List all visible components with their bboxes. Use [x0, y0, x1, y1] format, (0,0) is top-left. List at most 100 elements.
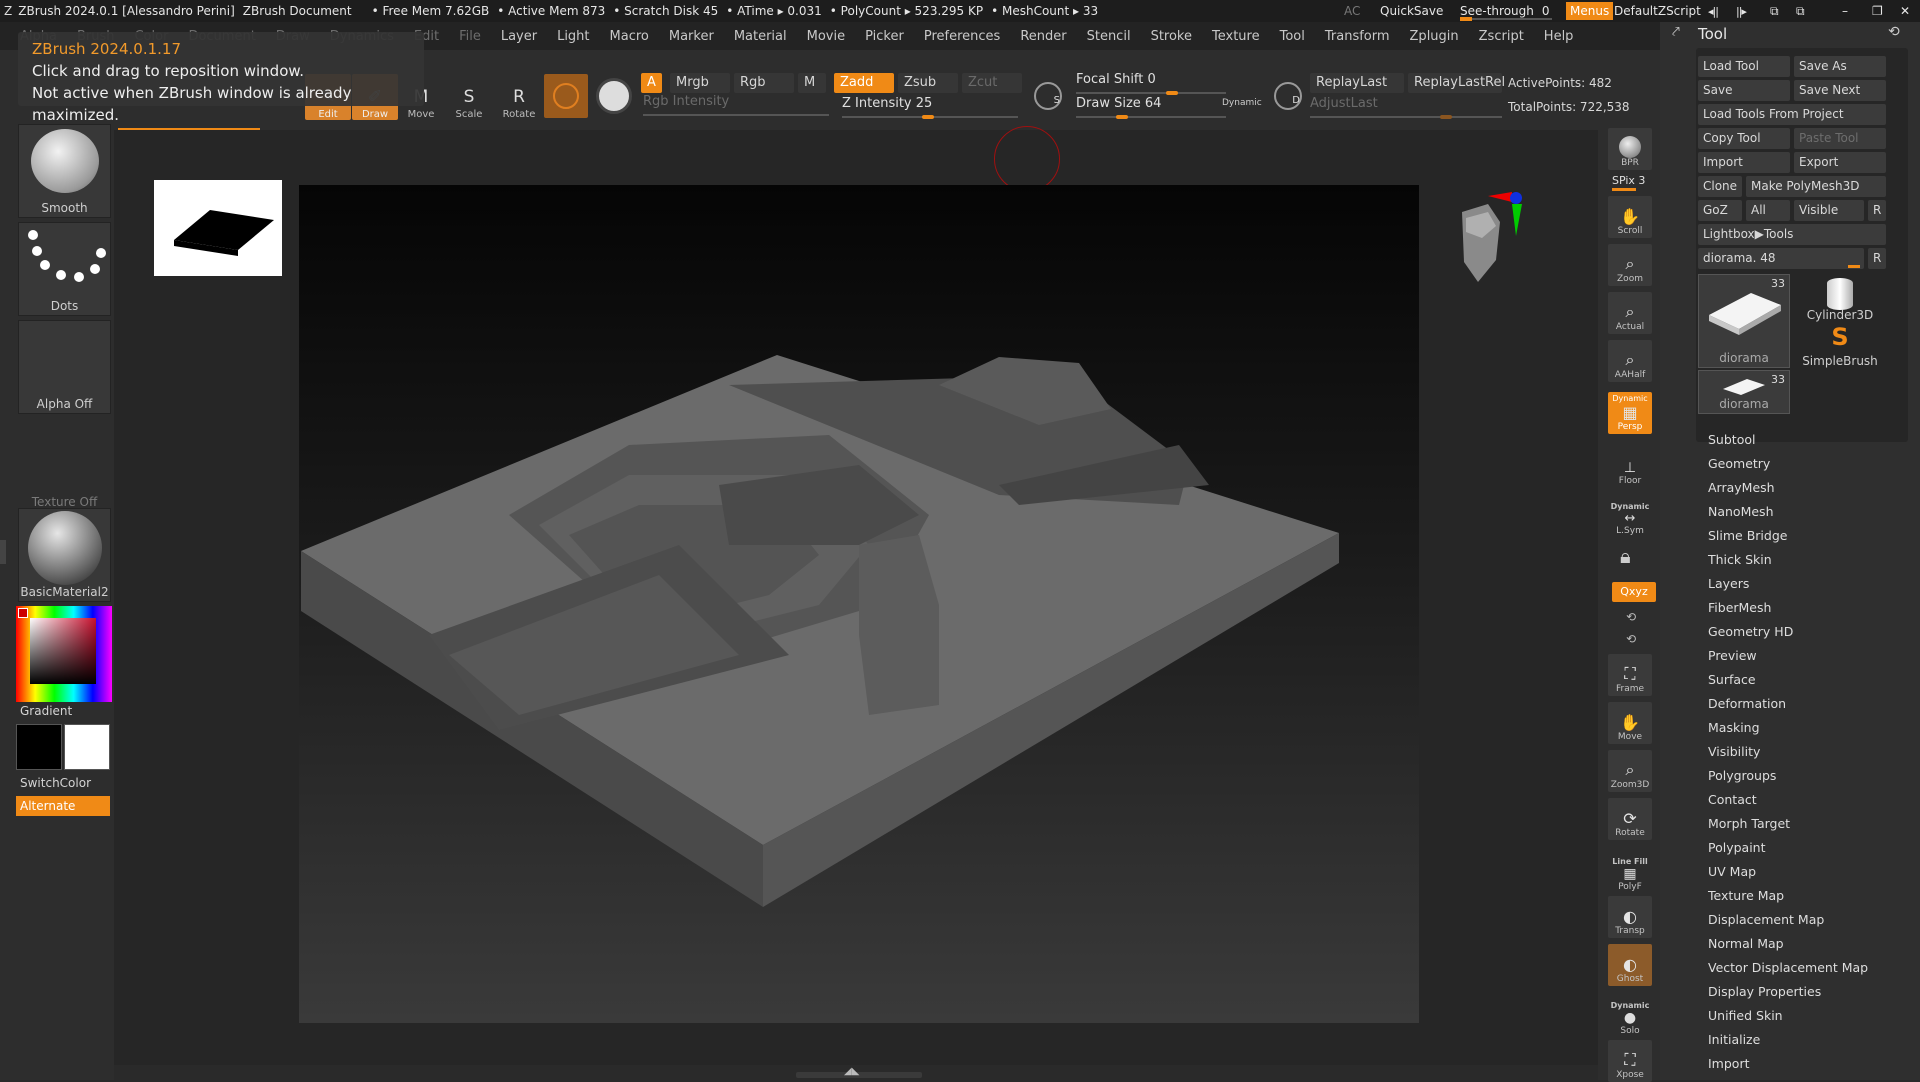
subpalette-normal-map[interactable]: Normal Map: [1708, 936, 1784, 951]
menu-zscript[interactable]: Zscript: [1479, 29, 1524, 44]
lightbox-tools-button[interactable]: Lightbox▶Tools: [1698, 224, 1886, 245]
adjust-last-slider[interactable]: AdjustLast: [1310, 96, 1502, 119]
subpalette-deformation[interactable]: Deformation: [1708, 696, 1786, 711]
floor-button[interactable]: ⊥ Floor: [1608, 446, 1652, 486]
m-button[interactable]: M: [798, 73, 826, 93]
save-next-button[interactable]: Save Next: [1794, 80, 1886, 101]
zoom-button[interactable]: ⌕ Zoom: [1608, 244, 1652, 286]
subpalette-polygroups[interactable]: Polygroups: [1708, 768, 1776, 783]
lsym-button[interactable]: Dynamic ↔ L.Sym: [1608, 488, 1652, 536]
restore-icon[interactable]: ❐: [1872, 0, 1883, 22]
scroll-button[interactable]: ✋ Scroll: [1608, 196, 1652, 238]
zsub-button[interactable]: Zsub: [898, 73, 958, 93]
replay-last-button[interactable]: ReplayLast: [1310, 73, 1404, 93]
alpha-off-button[interactable]: Alpha Off: [18, 320, 111, 414]
rgb-button[interactable]: Rgb: [734, 73, 794, 93]
transp-button[interactable]: ◐ Transp: [1608, 896, 1652, 938]
material-button[interactable]: BasicMaterial2: [18, 508, 111, 602]
menu-stroke[interactable]: Stroke: [1151, 29, 1192, 44]
navigator-thumbnail[interactable]: [154, 180, 282, 276]
subpalette-layers[interactable]: Layers: [1708, 576, 1749, 591]
minimize-icon[interactable]: –: [1842, 0, 1848, 22]
subpalette-fibermesh[interactable]: FiberMesh: [1708, 600, 1771, 615]
zoom3d-button[interactable]: ⌕ Zoom3D: [1608, 750, 1652, 792]
primary-color-swatch[interactable]: [16, 724, 62, 770]
xyz-button[interactable]: Qxyz: [1612, 582, 1656, 602]
save-button[interactable]: Save: [1698, 80, 1790, 101]
dynamic-label[interactable]: Dynamic: [1222, 98, 1262, 108]
subpalette-masking[interactable]: Masking: [1708, 720, 1760, 735]
menu-help[interactable]: Help: [1544, 29, 1574, 44]
layout-prev-icon[interactable]: ◂||: [1708, 0, 1719, 22]
zcut-button[interactable]: Zcut: [962, 73, 1022, 93]
menu-material[interactable]: Material: [734, 29, 787, 44]
tool-title[interactable]: Tool: [1698, 25, 1727, 43]
subpalette-texture-map[interactable]: Texture Map: [1708, 888, 1784, 903]
replay-last-rel-button[interactable]: ReplayLastRel: [1408, 73, 1505, 93]
goz-all-button[interactable]: All: [1746, 200, 1790, 221]
menu-render[interactable]: Render: [1020, 29, 1066, 44]
frame-button[interactable]: ⛶ Frame: [1608, 654, 1652, 696]
subpalette-uv-map[interactable]: UV Map: [1708, 864, 1756, 879]
secondary-color-swatch[interactable]: [64, 724, 110, 770]
menu-transform[interactable]: Transform: [1325, 29, 1390, 44]
polyf-button[interactable]: Line Fill ▦ PolyF: [1608, 846, 1652, 892]
viewport[interactable]: [299, 185, 1419, 1023]
orientation-gizmo[interactable]: [1452, 192, 1542, 288]
lazy-mouse-d-icon[interactable]: D: [1274, 82, 1302, 110]
clone-button[interactable]: Clone: [1698, 176, 1742, 197]
import-button[interactable]: Import: [1698, 152, 1790, 173]
solo-button[interactable]: Dynamic ● Solo: [1608, 992, 1652, 1036]
stroke-dots-button[interactable]: Dots: [18, 222, 111, 316]
color-saturation-square[interactable]: [30, 618, 96, 684]
tool-thumb-simplebrush[interactable]: S SimpleBrush: [1794, 324, 1886, 370]
close-icon[interactable]: ✕: [1900, 0, 1910, 22]
move3d-button[interactable]: ✋ Move: [1608, 702, 1652, 744]
load-tools-from-project-button[interactable]: Load Tools From Project: [1698, 104, 1886, 125]
material-sphere-button[interactable]: [544, 74, 588, 118]
tool-pin-icon[interactable]: ⤤: [1672, 24, 1680, 40]
switchcolor-button[interactable]: SwitchColor: [20, 776, 91, 790]
make-polymesh3d-button[interactable]: Make PolyMesh3D: [1746, 176, 1886, 197]
subpalette-arraymesh[interactable]: ArrayMesh: [1708, 480, 1775, 495]
color-picker[interactable]: [16, 606, 112, 702]
xpose-button[interactable]: ⛶ Xpose: [1608, 1040, 1652, 1082]
subpalette-nanomesh[interactable]: NanoMesh: [1708, 504, 1774, 519]
menu-marker[interactable]: Marker: [669, 29, 714, 44]
menu-macro[interactable]: Macro: [610, 29, 649, 44]
lock-icon[interactable]: 🔒︎: [1620, 544, 1631, 568]
tool-thumb-diorama-small[interactable]: 33 diorama: [1698, 370, 1790, 414]
focal-shift-slider[interactable]: Focal Shift 0: [1076, 72, 1226, 95]
tool-reset-icon[interactable]: ⟲: [1888, 24, 1900, 40]
subpalette-morph-target[interactable]: Morph Target: [1708, 816, 1790, 831]
actual-button[interactable]: ⌕ Actual: [1608, 292, 1652, 334]
rgb-intensity-slider[interactable]: Rgb Intensity: [643, 94, 829, 116]
menu-file[interactable]: File: [459, 29, 481, 44]
bpr-button[interactable]: BPR: [1608, 128, 1652, 170]
save-as-button[interactable]: Save As: [1794, 56, 1886, 77]
tool-slider-r-button[interactable]: R: [1868, 248, 1886, 269]
brush-smooth-button[interactable]: Smooth: [18, 124, 111, 218]
subpalette-visibility[interactable]: Visibility: [1708, 744, 1760, 759]
subpalette-import[interactable]: Import: [1708, 1056, 1750, 1071]
a-button[interactable]: A: [641, 73, 662, 93]
paste-tool-button[interactable]: Paste Tool: [1794, 128, 1886, 149]
spix-slider[interactable]: SPix 3: [1612, 174, 1645, 187]
goz-visible-button[interactable]: Visible: [1794, 200, 1864, 221]
layout-next-icon[interactable]: ||▸: [1736, 0, 1747, 22]
subpalette-preview[interactable]: Preview: [1708, 648, 1757, 663]
rotate-z-icon[interactable]: ⟲: [1626, 632, 1636, 646]
subpalette-displacement-map[interactable]: Displacement Map: [1708, 912, 1824, 927]
menu-movie[interactable]: Movie: [807, 29, 845, 44]
tool-slider[interactable]: diorama. 48: [1698, 248, 1864, 269]
menu-zplugin[interactable]: Zplugin: [1410, 29, 1459, 44]
subpalette-unified-skin[interactable]: Unified Skin: [1708, 1008, 1783, 1023]
subpalette-initialize[interactable]: Initialize: [1708, 1032, 1760, 1047]
goz-button[interactable]: GoZ: [1698, 200, 1742, 221]
menu-picker[interactable]: Picker: [865, 29, 904, 44]
aahalf-button[interactable]: ⌕ AAHalf: [1608, 340, 1652, 382]
tool-thumb-diorama[interactable]: 33 diorama: [1698, 274, 1790, 368]
subpalette-polypaint[interactable]: Polypaint: [1708, 840, 1766, 855]
z-intensity-slider[interactable]: Z Intensity 25: [842, 96, 1018, 119]
export-button[interactable]: Export: [1794, 152, 1886, 173]
